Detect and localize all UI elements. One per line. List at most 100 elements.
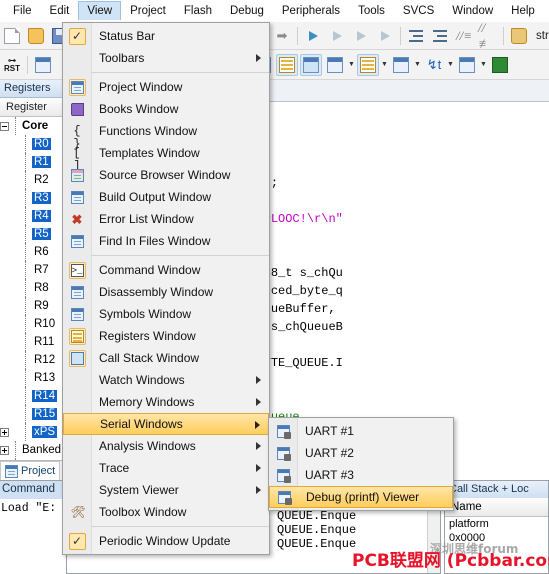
- submenu-item-uart-3[interactable]: UART #3: [269, 464, 453, 486]
- menu-tools[interactable]: Tools: [349, 1, 394, 21]
- call-stack-icon[interactable]: [300, 53, 322, 76]
- menu-item-build-output-window[interactable]: Build Output Window: [63, 186, 269, 208]
- menu-item-analysis-windows[interactable]: Analysis Windows: [63, 435, 269, 457]
- register-row[interactable]: R13: [0, 369, 65, 387]
- register-row[interactable]: R10: [0, 315, 65, 333]
- menu-item-command-window[interactable]: >_ Command Window: [63, 259, 269, 281]
- register-row[interactable]: xPS: [0, 423, 65, 441]
- register-row[interactable]: R11: [0, 333, 65, 351]
- menu-svcs[interactable]: SVCS: [394, 1, 443, 21]
- serial-window-dropdown-icon[interactable]: ▼: [413, 54, 422, 76]
- menu-item-system-viewer[interactable]: System Viewer: [63, 479, 269, 501]
- menu-item-status-bar[interactable]: ✓ Status Bar: [63, 25, 269, 47]
- menu-item-toolbox-window[interactable]: 🛠 Toolbox Window: [63, 501, 269, 523]
- register-row[interactable]: R8: [0, 279, 65, 297]
- clear-bookmarks-icon[interactable]: [374, 25, 396, 47]
- menu-help[interactable]: Help: [502, 1, 544, 21]
- menu-item-icon: ✓: [63, 25, 91, 47]
- uncomment-icon[interactable]: //≢: [477, 20, 499, 51]
- register-row[interactable]: R12: [0, 351, 65, 369]
- memory-window-icon[interactable]: [357, 53, 379, 76]
- expander-plus-icon[interactable]: [0, 445, 9, 455]
- submenu-item-uart-1[interactable]: UART #1: [269, 420, 453, 442]
- register-row[interactable]: R7: [0, 261, 65, 279]
- register-row[interactable]: R9: [0, 297, 65, 315]
- register-row[interactable]: R2: [0, 171, 65, 189]
- analysis-dropdown-icon[interactable]: ▼: [479, 54, 488, 76]
- register-row[interactable]: Core: [0, 117, 65, 135]
- registers-window-icon[interactable]: [276, 53, 298, 76]
- outdent-icon[interactable]: [429, 25, 451, 47]
- menu-item-label: Periodic Window Update: [99, 534, 231, 548]
- build-output-icon[interactable]: [32, 54, 54, 76]
- menu-item-registers-window[interactable]: Registers Window: [63, 325, 269, 347]
- menu-peripherals[interactable]: Peripherals: [273, 1, 349, 21]
- menu-item-functions-window[interactable]: { } Functions Window: [63, 120, 269, 150]
- menu-item-icon: [63, 98, 91, 120]
- menu-window[interactable]: Window: [443, 1, 502, 21]
- memory-window-dropdown-icon[interactable]: ▼: [380, 54, 389, 76]
- menu-item-project-window[interactable]: Project Window: [63, 76, 269, 98]
- menu-item-label: Serial Windows: [100, 417, 183, 431]
- register-row[interactable]: R4: [0, 207, 65, 225]
- menu-edit[interactable]: Edit: [41, 1, 79, 21]
- register-row[interactable]: R6: [0, 243, 65, 261]
- menu-item-error-list-window[interactable]: ✖ Error List Window: [63, 208, 269, 230]
- next-bookmark-icon[interactable]: [350, 25, 372, 47]
- chevron-right-icon: [255, 421, 260, 429]
- open-file-icon[interactable]: [25, 25, 47, 47]
- prev-bookmark-icon[interactable]: [326, 25, 348, 47]
- indent-icon[interactable]: [405, 25, 427, 47]
- register-row[interactable]: R14: [0, 387, 65, 405]
- menu-file[interactable]: File: [4, 1, 41, 21]
- expander-plus-icon[interactable]: [0, 427, 9, 437]
- trace-icon[interactable]: ↯t: [423, 54, 445, 76]
- configure-icon[interactable]: [508, 25, 530, 47]
- expander-minus-icon[interactable]: [0, 121, 9, 131]
- call-stack-row[interactable]: platform: [445, 517, 548, 531]
- menu-flash[interactable]: Flash: [175, 1, 221, 21]
- submenu-item-debug-printf-viewer[interactable]: Debug (printf) Viewer: [269, 486, 453, 508]
- register-row[interactable]: Banked: [0, 441, 65, 459]
- serial-window-icon[interactable]: [390, 54, 412, 76]
- trace-dropdown-icon[interactable]: ▼: [446, 54, 455, 76]
- menu-item-source-browser-window[interactable]: Source Browser Window: [63, 164, 269, 186]
- watch-window-dropdown-icon[interactable]: ▼: [347, 54, 356, 76]
- menu-item-serial-windows[interactable]: Serial Windows: [63, 413, 269, 435]
- insert-bookmark-icon[interactable]: [302, 25, 324, 47]
- menu-item-toolbars[interactable]: Toolbars: [63, 47, 269, 69]
- menu-item-icon: [ ]: [63, 142, 91, 172]
- menu-item-call-stack-window[interactable]: Call Stack Window: [63, 347, 269, 369]
- command-pane-line[interactable]: Load "E:: [0, 499, 66, 518]
- register-row[interactable]: R1: [0, 153, 65, 171]
- register-row[interactable]: R15: [0, 405, 65, 423]
- menu-item-templates-window[interactable]: [ ] Templates Window: [63, 142, 269, 172]
- menu-item-find-in-files-window[interactable]: Find In Files Window: [63, 230, 269, 252]
- register-row[interactable]: R3: [0, 189, 65, 207]
- menu-view[interactable]: View: [78, 1, 122, 20]
- submenu-item-uart-2[interactable]: UART #2: [269, 442, 453, 464]
- register-row[interactable]: R5: [0, 225, 65, 243]
- serial-windows-submenu: UART #1 UART #2 UART #3 Debug (printf) View…: [268, 417, 454, 511]
- menu-item-disassembly-window[interactable]: Disassembly Window: [63, 281, 269, 303]
- menu-item-symbols-window[interactable]: Symbols Window: [63, 303, 269, 325]
- menu-item-periodic-window-update[interactable]: ✓ Periodic Window Update: [63, 530, 269, 552]
- analysis-window-icon[interactable]: [456, 54, 478, 76]
- menu-item-icon: [63, 76, 91, 98]
- menu-project[interactable]: Project: [121, 1, 175, 21]
- menu-debug[interactable]: Debug: [221, 1, 273, 21]
- reset-icon[interactable]: ⊶ RST: [1, 54, 23, 76]
- menu-item-watch-windows[interactable]: Watch Windows: [63, 369, 269, 391]
- menu-item-label: Disassembly Window: [99, 285, 214, 299]
- menu-item-trace[interactable]: Trace: [63, 457, 269, 479]
- register-row[interactable]: R0: [0, 135, 65, 153]
- comment-icon[interactable]: //≡: [453, 25, 475, 47]
- register-label: R14: [32, 390, 58, 402]
- step-into-arrow-icon[interactable]: ➡: [271, 25, 293, 47]
- watch-window-icon[interactable]: [324, 54, 346, 76]
- system-viewer-icon[interactable]: [489, 54, 511, 76]
- menu-item-memory-windows[interactable]: Memory Windows: [63, 391, 269, 413]
- new-file-icon[interactable]: [1, 25, 23, 47]
- menu-item-books-window[interactable]: Books Window: [63, 98, 269, 120]
- dock-tab-project[interactable]: Project: [0, 461, 61, 480]
